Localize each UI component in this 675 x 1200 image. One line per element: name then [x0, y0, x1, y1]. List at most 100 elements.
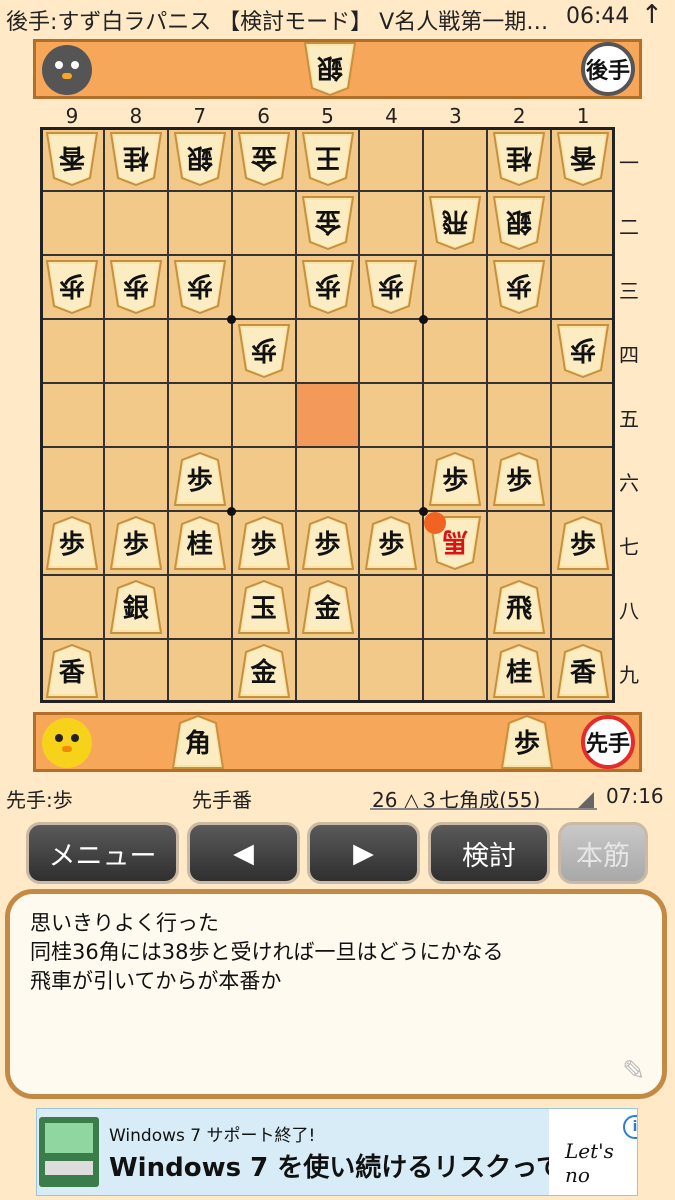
sente-avatar	[42, 718, 92, 768]
board-grid-line	[422, 130, 425, 700]
laptop-image	[39, 1117, 99, 1187]
shogi-piece[interactable]: 歩	[237, 324, 290, 378]
gote-hand-piece[interactable]: 銀	[304, 42, 356, 96]
turn-text: 先手番	[192, 788, 252, 812]
board-grid-line	[550, 130, 553, 700]
shogi-piece[interactable]: 歩	[493, 260, 546, 314]
ad-headline: Windows 7 を使い続けるリスクって?	[109, 1153, 578, 1183]
shogi-piece[interactable]: 香	[45, 132, 98, 186]
next-move-button[interactable]: ▶	[307, 822, 420, 884]
board-grid-line	[43, 318, 612, 320]
shogi-piece[interactable]: 銀	[493, 196, 546, 250]
board-grid-line	[43, 254, 612, 256]
board-grid-line	[358, 130, 361, 700]
shogi-piece[interactable]: 金	[237, 132, 290, 186]
shogi-piece[interactable]: 歩	[45, 260, 98, 314]
file-label: 5	[321, 104, 334, 128]
shogi-piece[interactable]: 歩	[365, 516, 418, 570]
rank-label: 四	[619, 343, 639, 367]
rank-label: 七	[619, 535, 639, 559]
ad-logo: Let's no	[565, 1139, 614, 1187]
board-grid-line	[166, 130, 169, 700]
rank-label: 九	[619, 663, 639, 687]
file-label: 7	[193, 104, 207, 128]
dropdown-corner-icon[interactable]	[578, 792, 594, 808]
file-label: 2	[512, 104, 526, 128]
shogi-piece[interactable]: 歩	[45, 516, 98, 570]
ad-banner[interactable]: Windows 7 サポート終了! Windows 7 を使い続けるリスクって?…	[36, 1108, 638, 1196]
board-grid-line	[43, 446, 612, 448]
file-label: 9	[65, 104, 79, 128]
shogi-piece[interactable]: 桂	[109, 132, 162, 186]
highlight-square	[296, 384, 359, 446]
rank-label: 五	[619, 407, 639, 431]
status-clock: 06:44	[566, 4, 630, 29]
shogi-piece[interactable]: 金	[301, 196, 354, 250]
shogi-piece[interactable]: 香	[45, 644, 98, 698]
shogi-piece[interactable]: 銀	[173, 132, 226, 186]
shogi-piece[interactable]: 香	[557, 644, 610, 698]
shogi-piece[interactable]: 桂	[493, 132, 546, 186]
rank-label: 八	[619, 599, 639, 623]
star-point	[227, 506, 237, 516]
sente-side-badge: 先手	[581, 715, 635, 769]
elapsed-time: 07:16	[606, 784, 664, 808]
shogi-piece[interactable]: 歩	[429, 452, 482, 506]
shogi-piece[interactable]: 歩	[493, 452, 546, 506]
ad-subtitle: Windows 7 サポート終了!	[109, 1126, 316, 1146]
rank-label: 六	[619, 471, 639, 495]
pencil-icon[interactable]: ✎	[622, 1054, 645, 1087]
menu-button[interactable]: メニュー	[26, 822, 179, 884]
file-label: 1	[576, 104, 590, 128]
shogi-piece[interactable]: 歩	[173, 260, 226, 314]
shogi-piece[interactable]: 玉	[237, 580, 290, 634]
rank-label: 二	[619, 215, 639, 239]
board-grid-line	[486, 130, 489, 700]
board-grid-line	[43, 190, 612, 192]
status-bar: 後手:すず白ラパニス 【検討モード】 V名人戦第一期… 06:44 ↑	[0, 0, 675, 38]
shogi-piece[interactable]: 歩	[109, 516, 162, 570]
board-grid-line	[43, 638, 612, 640]
prev-move-button[interactable]: ◀	[187, 822, 300, 884]
comment-line: 思いきりよく行った	[30, 911, 219, 935]
shogi-piece[interactable]: 金	[237, 644, 290, 698]
shogi-piece[interactable]: 歩	[557, 324, 610, 378]
shogi-piece[interactable]: 飛	[429, 196, 482, 250]
file-label: 3	[448, 104, 462, 128]
star-point	[418, 314, 428, 324]
comment-line: 飛車が引いてからが本番か	[30, 969, 282, 993]
shogi-piece[interactable]: 歩	[557, 516, 610, 570]
star-point	[227, 314, 237, 324]
sente-hand-piece[interactable]: 歩	[501, 715, 553, 769]
shogi-piece[interactable]: 歩	[365, 260, 418, 314]
move-select-underline	[370, 808, 597, 810]
shogi-piece[interactable]: 飛	[493, 580, 546, 634]
mainline-button: 本筋	[558, 822, 648, 884]
shogi-piece[interactable]: 桂	[173, 516, 226, 570]
shogi-piece[interactable]: 歩	[173, 452, 226, 506]
file-label: 6	[257, 104, 271, 128]
shogi-piece[interactable]: 歩	[301, 260, 354, 314]
rank-label: 一	[619, 151, 639, 175]
gote-avatar	[42, 45, 92, 95]
file-label: 8	[129, 104, 143, 128]
hand-text: 先手:歩	[6, 788, 73, 812]
file-label: 4	[385, 104, 398, 128]
shogi-piece[interactable]: 金	[301, 580, 354, 634]
shogi-piece[interactable]: 香	[557, 132, 610, 186]
board-grid-line	[102, 130, 105, 700]
comment-line: 同桂36角には38歩と受ければ一旦はどうにかなる	[30, 940, 504, 964]
sente-hand-piece[interactable]: 角	[172, 715, 224, 769]
info-line: 先手:歩 先手番 26 △３七角成(55) 07:16	[0, 781, 675, 812]
analyze-button[interactable]: 検討	[428, 822, 550, 884]
arrow-up-icon[interactable]: ↑	[641, 0, 663, 30]
shogi-piece[interactable]: 王	[301, 132, 354, 186]
board-grid-line	[43, 574, 612, 576]
shogi-piece[interactable]: 歩	[301, 516, 354, 570]
rank-label: 三	[619, 279, 639, 303]
shogi-piece[interactable]: 歩	[109, 260, 162, 314]
shogi-piece[interactable]: 歩	[237, 516, 290, 570]
shogi-piece[interactable]: 銀	[109, 580, 162, 634]
comment-box[interactable]: 思いきりよく行った 同桂36角には38歩と受ければ一旦はどうにかなる 飛車が引い…	[5, 889, 667, 1099]
shogi-piece[interactable]: 桂	[493, 644, 546, 698]
